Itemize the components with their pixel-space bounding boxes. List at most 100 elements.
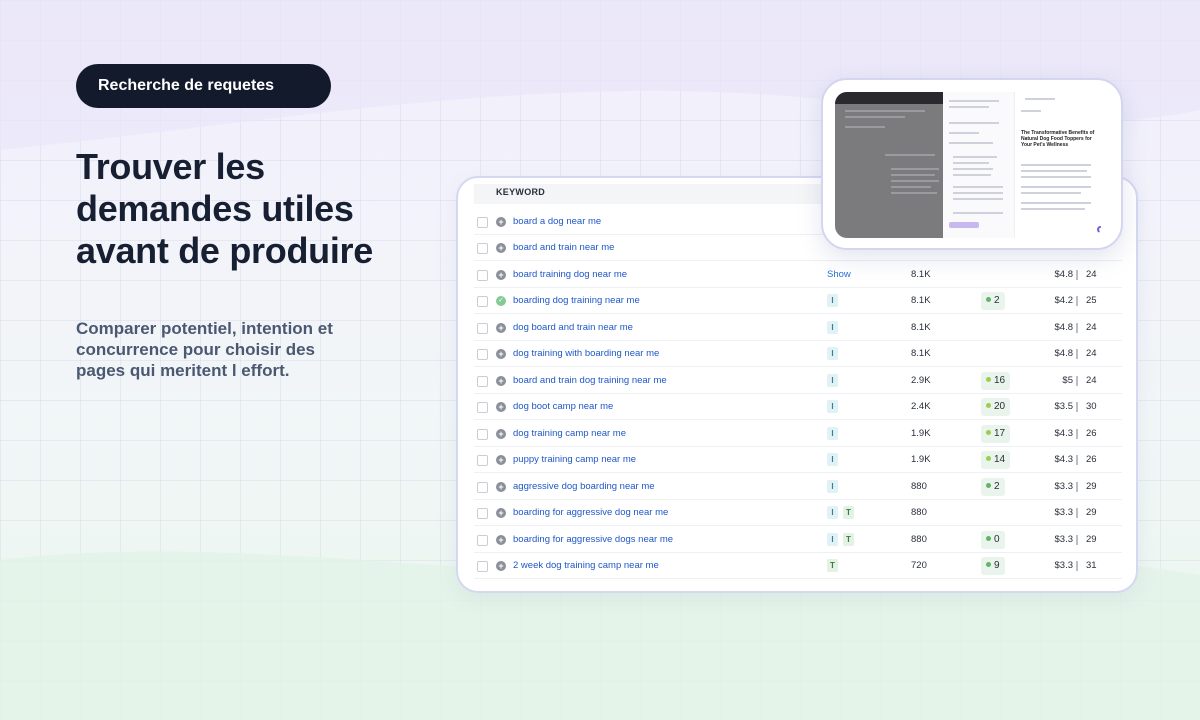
difficulty-value: 2 [994,295,1000,306]
row-checkbox[interactable] [477,429,488,440]
competition-value: 29 [1086,481,1097,492]
cpc-value: $4.8 [1054,322,1074,333]
row-checkbox[interactable] [477,270,488,281]
search-volume: 8.1K [911,348,931,359]
add-keyword-icon[interactable]: + [496,243,506,253]
table-row[interactable]: + boarding for aggressive dog near me I T 88… [474,500,1122,526]
keyword-link[interactable]: dog boot camp near me [513,401,613,412]
keyword-difficulty-badge: 20 [981,398,1011,416]
page-headline: Trouver les demandes utiles avant de pro… [76,146,373,271]
table-row[interactable]: + board and train dog training near me I 2.… [474,368,1122,394]
add-keyword-icon[interactable]: + [496,270,506,280]
trend-bar-icon [1076,482,1078,492]
editor-preview-card: The Transformative Benefits of Natural D… [821,78,1123,250]
trend-bar-icon [1076,402,1078,412]
cpc-value: $3.5 [1054,401,1074,412]
add-keyword-icon[interactable]: + [496,482,506,492]
show-intent-link[interactable]: Show [827,269,851,280]
intent-badge: I [827,321,838,334]
add-keyword-icon[interactable]: + [496,349,506,359]
row-checkbox[interactable] [477,535,488,546]
add-keyword-icon[interactable]: + [496,561,506,571]
search-volume: 880 [911,507,927,518]
competition-value: 26 [1086,428,1097,439]
trend-bar-icon [1076,296,1078,306]
competition-value: 29 [1086,507,1097,518]
row-checkbox[interactable] [477,482,488,493]
keyword-link[interactable]: boarding for aggressive dogs near me [513,534,673,545]
row-checkbox[interactable] [477,323,488,334]
add-keyword-icon[interactable]: + [496,455,506,465]
row-checkbox[interactable] [477,508,488,519]
table-row[interactable]: + dog boot camp near me I 2.4K 20 $3.5 30 [474,394,1122,420]
table-row[interactable]: + aggressive dog boarding near me I 880 2 $3.… [474,474,1122,500]
keyword-link[interactable]: boarding for aggressive dog near me [513,507,668,518]
add-keyword-icon[interactable]: + [496,429,506,439]
add-keyword-icon[interactable]: + [496,508,506,518]
search-volume: 880 [911,481,927,492]
search-volume: 2.4K [911,401,931,412]
table-row[interactable]: + board training dog near me Show 8.1K $4.8 2… [474,262,1122,288]
keyword-link[interactable]: board training dog near me [513,269,627,280]
trend-bar-icon [1076,349,1078,359]
table-row[interactable]: ✓ boarding dog training near me I 8.1K 2 $4.2… [474,288,1122,314]
intent-badge: I [827,427,838,440]
row-checkbox[interactable] [477,561,488,572]
search-volume: 8.1K [911,295,931,306]
keyword-link[interactable]: aggressive dog boarding near me [513,481,655,492]
trend-bar-icon [1076,535,1078,545]
add-keyword-icon[interactable]: + [496,323,506,333]
row-checkbox[interactable] [477,402,488,413]
difficulty-value: 2 [994,481,1000,492]
keyword-difficulty-badge: 14 [981,451,1011,469]
row-checkbox[interactable] [477,376,488,387]
preview-article-title: The Transformative Benefits of Natural D… [1021,130,1095,148]
intent-badge: I [827,480,838,493]
search-volume: 8.1K [911,269,931,280]
difficulty-value: 17 [994,428,1006,439]
table-row[interactable]: + boarding for aggressive dogs near me I T 8… [474,527,1122,553]
add-keyword-icon[interactable]: + [496,535,506,545]
trend-bar-icon [1076,376,1078,386]
keyword-link[interactable]: dog training with boarding near me [513,348,659,359]
keyword-link[interactable]: 2 week dog training camp near me [513,560,659,571]
row-checkbox[interactable] [477,349,488,360]
intent-badge: I [827,533,838,546]
table-row[interactable]: + puppy training camp near me I 1.9K 14 $4.3 2… [474,447,1122,473]
preview-article-pane [1015,92,1101,238]
add-keyword-icon[interactable]: + [496,402,506,412]
difficulty-value: 0 [994,534,1000,545]
difficulty-dot-icon [986,377,991,382]
keyword-link[interactable]: board and train near me [513,242,614,253]
intent-badge: I [827,506,838,519]
added-check-icon[interactable]: ✓ [496,296,506,306]
cpc-value: $4.2 [1054,295,1074,306]
preview-generate-button [949,222,979,228]
search-volume: 720 [911,560,927,571]
trend-bar-icon [1076,508,1078,518]
keyword-link[interactable]: dog board and train near me [513,322,633,333]
keyword-link[interactable]: boarding dog training near me [513,295,640,306]
table-row[interactable]: + dog training camp near me I 1.9K 17 $4.3 26 [474,421,1122,447]
competition-value: 31 [1086,560,1097,571]
search-volume: 2.9K [911,375,931,386]
row-checkbox[interactable] [477,455,488,466]
keyword-link[interactable]: puppy training camp near me [513,454,636,465]
row-checkbox[interactable] [477,243,488,254]
difficulty-dot-icon [986,562,991,567]
keyword-difficulty-badge: 0 [981,531,1005,549]
keyword-link[interactable]: dog training camp near me [513,428,626,439]
row-checkbox[interactable] [477,296,488,307]
table-row[interactable]: +2 week dog training camp near me T 720 9 $3… [474,553,1122,579]
editor-preview-screenshot: The Transformative Benefits of Natural D… [835,92,1101,238]
add-keyword-icon[interactable]: + [496,217,506,227]
add-keyword-icon[interactable]: + [496,376,506,386]
trend-bar-icon [1076,323,1078,333]
table-row[interactable]: + dog training with boarding near me I 8.1K… [474,341,1122,367]
keyword-link[interactable]: board and train dog training near me [513,375,667,386]
keyword-link[interactable]: board a dog near me [513,216,601,227]
table-row[interactable]: + dog board and train near me I 8.1K $4.8 24 [474,315,1122,341]
row-checkbox[interactable] [477,217,488,228]
difficulty-value: 16 [994,375,1006,386]
trend-bar-icon [1076,429,1078,439]
